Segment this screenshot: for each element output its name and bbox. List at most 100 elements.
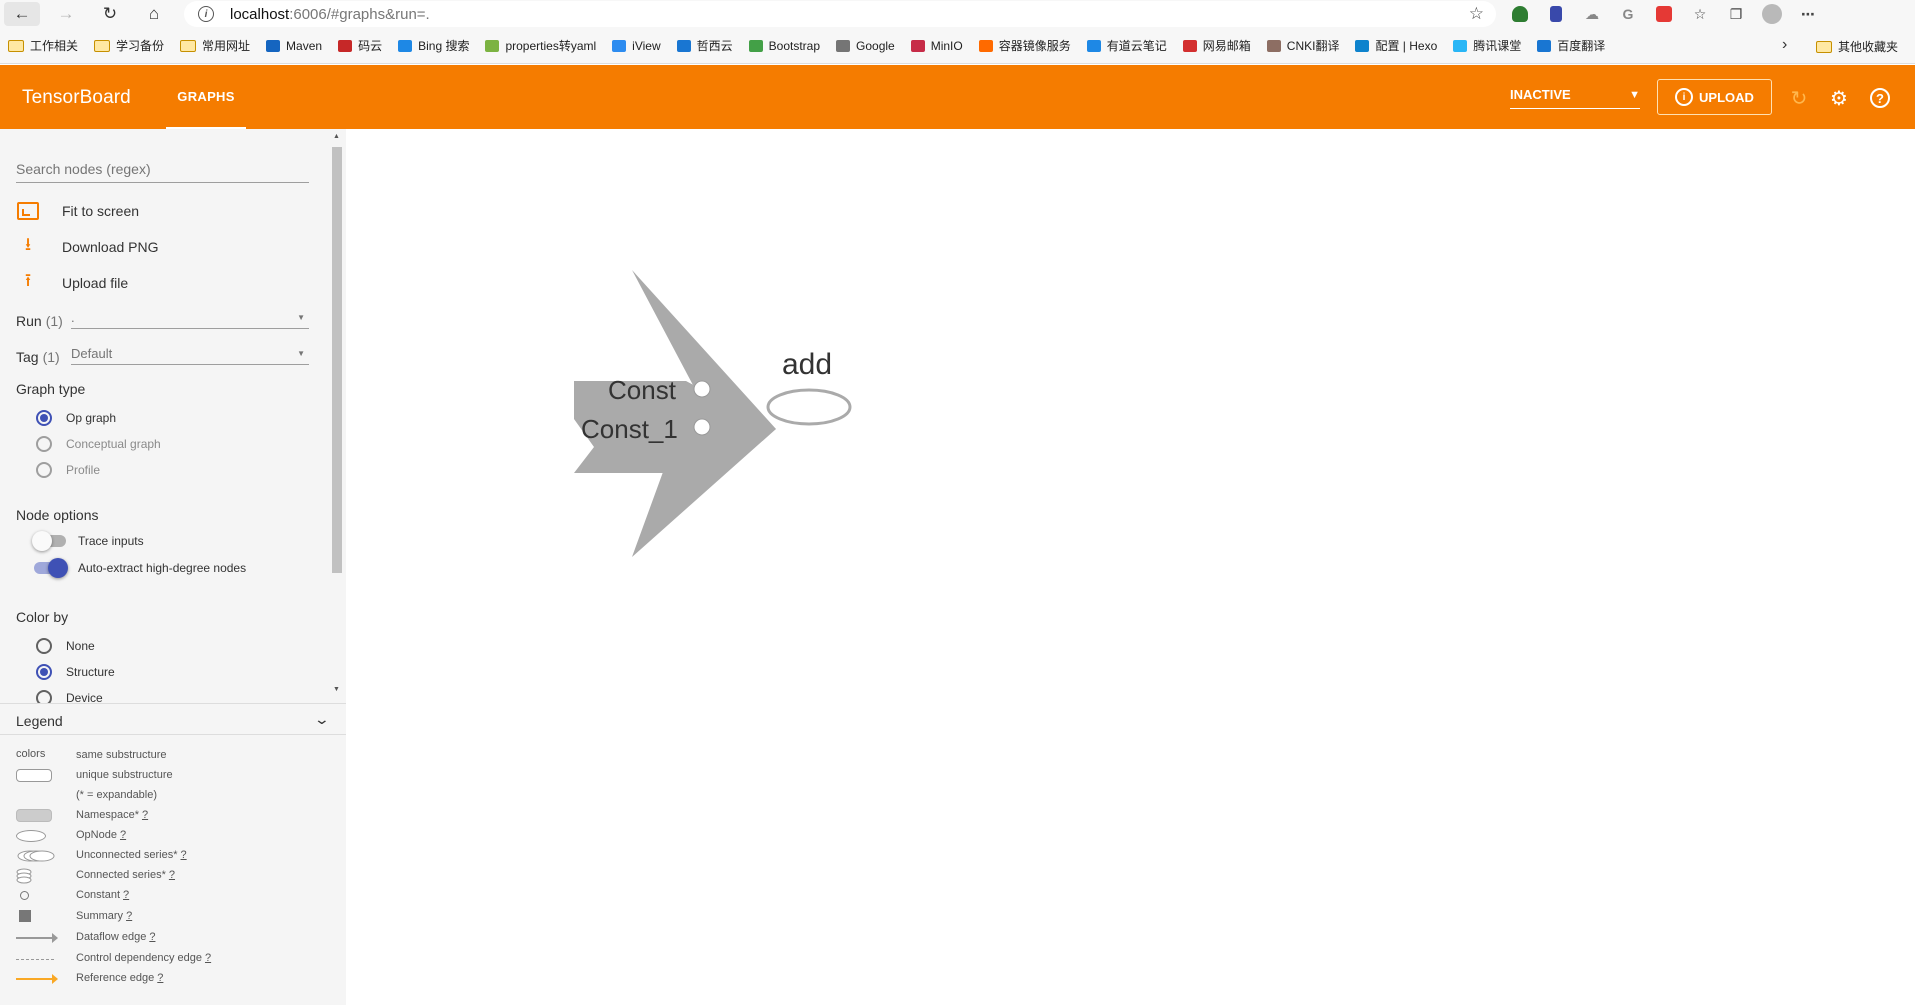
bookmark-item[interactable]: 工作相关 [8,37,78,54]
node-label-add[interactable]: add [782,348,832,381]
legend-header[interactable]: Legend ⌄ [16,711,330,729]
caret-down-icon: ▼ [1629,89,1640,101]
node-label-const[interactable]: Const [608,375,677,405]
forward-arrow-icon[interactable]: → [48,2,84,26]
radio-color-device[interactable]: Device [36,689,103,703]
profile-label: Profile [66,463,101,477]
bookmark-item[interactable]: 容器镜像服务 [978,37,1071,54]
bookmark-item[interactable]: MinIO [910,39,963,53]
constant-help-link[interactable]: ? [123,889,129,901]
graph-svg[interactable]: Const Const_1 add [346,129,1915,1005]
radio-op-graph[interactable]: Op graph [36,409,116,427]
bookmark-item[interactable]: 腾讯课堂 [1453,37,1521,54]
bookmark-item[interactable]: 常用网址 [180,37,250,54]
other-bookmarks[interactable]: 其他收藏夹 [1816,38,1898,55]
bookmark-item[interactable]: Bootstrap [748,39,820,53]
legend-namespace: Namespace* [76,809,139,821]
bookmark-item[interactable]: Google [836,39,895,53]
bookmark-item[interactable]: Bing 搜索 [398,37,469,54]
radio-color-none[interactable]: None [36,637,95,655]
run-dropdown[interactable]: . ▼ [71,307,309,329]
scroll-down-arrow-icon[interactable]: ▼ [333,686,340,693]
fit-to-screen-button[interactable]: Fit to screen [16,199,139,223]
scroll-up-arrow-icon[interactable]: ▲ [333,133,340,140]
bookmark-item[interactable]: 网易邮箱 [1182,37,1251,54]
summary-help-link[interactable]: ? [126,910,132,922]
bookmark-item[interactable]: 配置 | Hexo [1355,37,1437,54]
bookmark-item[interactable]: CNKI翻译 [1266,37,1339,54]
folder-icon [94,39,111,52]
shield-extension-icon[interactable] [1502,3,1538,25]
site-info-icon[interactable]: i [198,6,214,22]
address-bar[interactable]: i localhost:6006/#graphs&run=. ☆ [184,1,1496,27]
trace-inputs-toggle[interactable]: Trace inputs [32,531,144,551]
bookmark-item[interactable]: 码云 [338,37,382,54]
cloud-extension-icon[interactable]: ☁ [1574,3,1610,25]
legend-dataflow-edge: Dataflow edge [76,931,147,943]
node-const-1-circle[interactable] [693,418,711,436]
dataflow-help-link[interactable]: ? [149,931,155,943]
bookmark-item[interactable]: 百度翻译 [1537,37,1605,54]
sidebar-scrollbar-thumb[interactable] [332,147,342,573]
download-png-button[interactable]: ⭳ Download PNG [16,234,159,259]
reload-icon[interactable]: ↻ [92,2,128,26]
search-input[interactable]: Search nodes (regex) [16,159,309,183]
tab-graphs[interactable]: GRAPHS [166,65,246,129]
collections-icon[interactable]: ❐ [1718,3,1754,25]
namespace-swatch-icon [16,809,52,822]
control-help-link[interactable]: ? [205,952,211,964]
auto-extract-toggle[interactable]: Auto-extract high-degree nodes [32,558,246,578]
trace-inputs-label: Trace inputs [78,534,144,548]
bookmark-item[interactable]: Maven [266,39,322,53]
folder-icon [1816,40,1832,53]
namespace-help-link[interactable]: ? [142,809,148,821]
back-arrow-icon[interactable]: ← [4,2,40,26]
chevron-down-icon[interactable]: ⌄ [314,711,330,728]
extensions-bar: ☁ G ☆ ❐ ⋯ [1502,3,1826,25]
run-status-dropdown[interactable]: INACTIVE ▼ [1510,87,1640,109]
bookmark-item[interactable]: 哲西云 [676,37,733,54]
favorite-star-icon[interactable]: ☆ [1469,4,1484,24]
bookmark-item[interactable]: iView [612,39,661,53]
refresh-icon[interactable]: ↻ [1788,87,1810,110]
fe-extension-icon[interactable] [1646,3,1682,25]
profile-avatar-icon[interactable] [1754,3,1790,25]
home-icon[interactable]: ⌂ [136,2,172,26]
graph-canvas[interactable]: Const Const_1 add [346,129,1915,1005]
tag-value: Default [71,346,113,361]
bookmark-item[interactable]: 学习备份 [94,37,164,54]
help-icon[interactable]: ? [1869,87,1891,109]
tag-label: Tag [16,349,39,365]
node-label-const-1[interactable]: Const_1 [581,414,678,444]
connected-help-link[interactable]: ? [169,869,175,881]
unconnected-help-link[interactable]: ? [181,849,187,861]
opnode-ellipse-icon [16,830,46,842]
upload-button[interactable]: i UPLOAD [1657,79,1772,115]
site-favicon-icon [266,39,281,52]
bookmark-item[interactable]: 有道云笔记 [1086,37,1167,54]
g-extension-icon[interactable]: G [1610,3,1646,25]
reference-help-link[interactable]: ? [157,972,163,984]
node-const-circle[interactable] [693,380,711,398]
gear-icon[interactable]: ⚙ [1828,87,1850,110]
radio-selected-icon [36,410,52,426]
run-selector: Run (1) . ▼ [16,307,309,329]
legend-divider [0,734,346,735]
notes-extension-icon[interactable] [1538,3,1574,25]
upload-file-button[interactable]: ⭱ Upload file [16,270,128,295]
radio-profile[interactable]: Profile [36,461,100,479]
radio-unselected-icon [36,690,52,703]
more-menu-icon[interactable]: ⋯ [1790,3,1826,25]
controls-scroll-area[interactable]: Search nodes (regex) Fit to screen ⭳ Dow… [0,129,346,703]
radio-color-structure[interactable]: Structure [36,663,115,681]
favorites-icon[interactable]: ☆ [1682,3,1718,25]
bookmark-item[interactable]: properties转yaml [485,37,596,54]
radio-conceptual-graph[interactable]: Conceptual graph [36,435,161,453]
opnode-help-link[interactable]: ? [120,829,126,841]
bookmark-label: 码云 [358,39,383,53]
tag-dropdown[interactable]: Default ▼ [71,343,309,365]
caret-down-icon: ▼ [297,349,305,358]
node-add-ellipse[interactable] [766,388,852,426]
url-path: :6006/#graphs&run=. [289,5,430,23]
chevron-right-icon[interactable]: › [1782,36,1787,54]
